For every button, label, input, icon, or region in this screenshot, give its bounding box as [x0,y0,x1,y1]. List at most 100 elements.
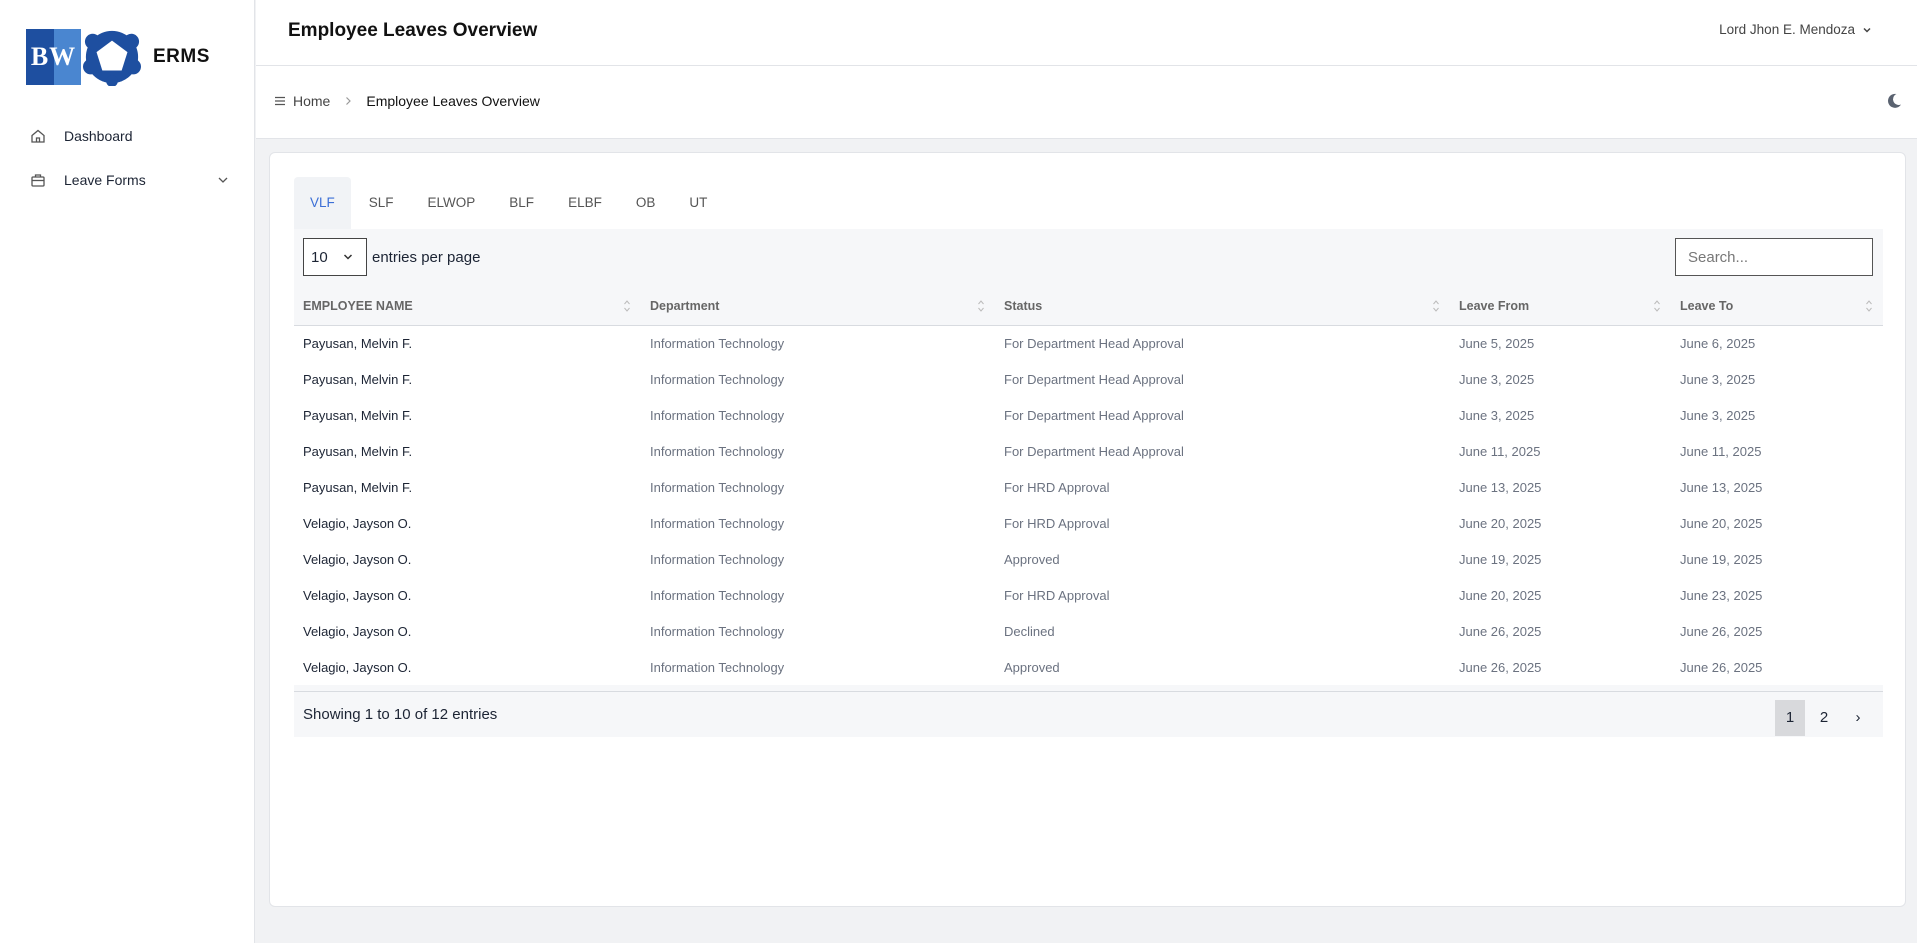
cell-leave-to: June 6, 2025 [1680,335,1756,351]
tab-blf[interactable]: BLF [493,177,550,229]
cell-status: Declined [1004,623,1055,639]
entries-label: entries per page [372,248,481,266]
leave-type-tabs: VLF SLF ELWOP BLF ELBF OB UT [294,177,725,229]
column-header-leave-to[interactable]: Leave To [1671,287,1883,326]
column-header-status[interactable]: Status [995,287,1450,326]
sort-icon [978,300,984,312]
cell-leave-to: June 11, 2025 [1680,443,1762,459]
cell-leave-to: June 13, 2025 [1680,479,1763,495]
breadcrumb-current: Employee Leaves Overview [366,93,540,109]
pagination: 1 2 › [1771,700,1873,736]
sort-icon [1866,300,1872,312]
cell-leave-to: June 3, 2025 [1680,371,1756,387]
table-row[interactable]: Velagio, Jayson O. Information Technology… [294,541,1883,577]
top-header: Employee Leaves Overview Lord Jhon E. Me… [256,0,1917,66]
cell-leave-to: June 26, 2025 [1680,659,1763,675]
sort-icon [1654,300,1660,312]
tab-slf[interactable]: SLF [353,177,410,229]
cell-leave-from: June 26, 2025 [1459,623,1542,639]
cell-leave-to: June 26, 2025 [1680,623,1763,639]
column-header-department[interactable]: Department [641,287,995,326]
cell-status: For Department Head Approval [1004,443,1184,459]
cell-employee-name: Payusan, Melvin F. [303,479,413,495]
column-header-employee-name[interactable]: EMPLOYEE NAME [294,287,641,326]
cell-leave-from: June 20, 2025 [1459,515,1542,531]
tab-vlf[interactable]: VLF [294,177,351,229]
leaves-table: EMPLOYEE NAME Department Status Leave Fr… [294,287,1883,685]
tab-ut[interactable]: UT [673,177,723,229]
app-logo[interactable]: BW ERMS [26,28,210,86]
sidebar-item-leave-forms[interactable]: Leave Forms [30,168,230,192]
home-icon [31,129,45,143]
cell-employee-name: Payusan, Melvin F. [303,371,413,387]
sidebar: BW ERMS Dashboard Leave Forms [0,0,255,943]
cell-employee-name: Payusan, Melvin F. [303,443,413,459]
breadcrumb-home[interactable]: Home [293,93,330,109]
cell-leave-from: June 3, 2025 [1459,371,1535,387]
logo-emblem-icon [83,30,141,86]
table-body: Payusan, Melvin F. Information Technology… [294,325,1883,685]
column-header-leave-from[interactable]: Leave From [1450,287,1671,326]
leaves-card: VLF SLF ELWOP BLF ELBF OB UT 10 entries … [269,152,1906,907]
cell-leave-from: June 19, 2025 [1459,551,1542,567]
chevron-down-icon [218,177,228,183]
cell-employee-name: Velagio, Jayson O. [303,623,412,639]
table-row[interactable]: Velagio, Jayson O. Information Technology… [294,577,1883,613]
cell-department: Information Technology [650,515,785,531]
table-footer: Showing 1 to 10 of 12 entries 1 2 › [294,691,1883,737]
next-page-button[interactable]: › [1843,700,1873,736]
cell-employee-name: Velagio, Jayson O. [303,659,412,675]
sidebar-item-label: Leave Forms [64,172,146,188]
tab-elbf[interactable]: ELBF [552,177,618,229]
cell-leave-from: June 5, 2025 [1459,335,1535,351]
cell-leave-to: June 20, 2025 [1680,515,1763,531]
sidebar-nav: Dashboard Leave Forms [30,124,230,212]
entries-select[interactable]: 10 [303,238,367,276]
cell-employee-name: Velagio, Jayson O. [303,515,412,531]
chevron-down-icon [343,254,353,260]
table-row[interactable]: Velagio, Jayson O. Information Technology… [294,505,1883,541]
logo-badge: BW [26,29,81,85]
cell-department: Information Technology [650,335,785,351]
breadcrumb: Home Employee Leaves Overview [273,93,540,109]
sidebar-item-dashboard[interactable]: Dashboard [30,124,230,148]
user-menu[interactable]: Lord Jhon E. Mendoza [1719,22,1873,37]
chevron-right-icon [346,97,352,105]
cell-leave-from: June 26, 2025 [1459,659,1542,675]
table-row[interactable]: Payusan, Melvin F. Information Technology… [294,433,1883,469]
moon-icon[interactable] [1885,92,1903,110]
cell-department: Information Technology [650,479,785,495]
table-row[interactable]: Payusan, Melvin F. Information Technology… [294,469,1883,505]
table-row[interactable]: Payusan, Melvin F. Information Technology… [294,325,1883,361]
table-row[interactable]: Velagio, Jayson O. Information Technology… [294,613,1883,649]
table-row[interactable]: Payusan, Melvin F. Information Technology… [294,397,1883,433]
cell-leave-from: June 11, 2025 [1459,443,1541,459]
tab-ob[interactable]: OB [620,177,672,229]
app-name: ERMS [153,46,210,67]
cell-department: Information Technology [650,443,785,459]
sidebar-item-label: Dashboard [64,128,133,144]
entries-info: Showing 1 to 10 of 12 entries [303,706,498,723]
breadcrumb-bar: Home Employee Leaves Overview [256,66,1917,139]
search-input[interactable] [1675,238,1873,276]
cell-leave-from: June 20, 2025 [1459,587,1542,603]
cell-department: Information Technology [650,659,785,675]
cell-status: For Department Head Approval [1004,407,1184,423]
page-title: Employee Leaves Overview [288,20,538,41]
page-button-2[interactable]: 2 [1809,700,1839,736]
cell-leave-from: June 13, 2025 [1459,479,1542,495]
cell-status: For Department Head Approval [1004,371,1184,387]
cell-status: For HRD Approval [1004,515,1110,531]
cell-status: For HRD Approval [1004,587,1110,603]
cell-department: Information Technology [650,587,785,603]
sort-icon [1433,300,1439,312]
menu-icon[interactable] [273,94,287,108]
table-row[interactable]: Payusan, Melvin F. Information Technology… [294,361,1883,397]
cell-department: Information Technology [650,371,785,387]
cell-department: Information Technology [650,551,785,567]
page-button-1[interactable]: 1 [1775,700,1805,736]
cell-status: For HRD Approval [1004,479,1110,495]
cell-leave-from: June 3, 2025 [1459,407,1535,423]
tab-elwop[interactable]: ELWOP [412,177,492,229]
table-row[interactable]: Velagio, Jayson O. Information Technology… [294,649,1883,685]
